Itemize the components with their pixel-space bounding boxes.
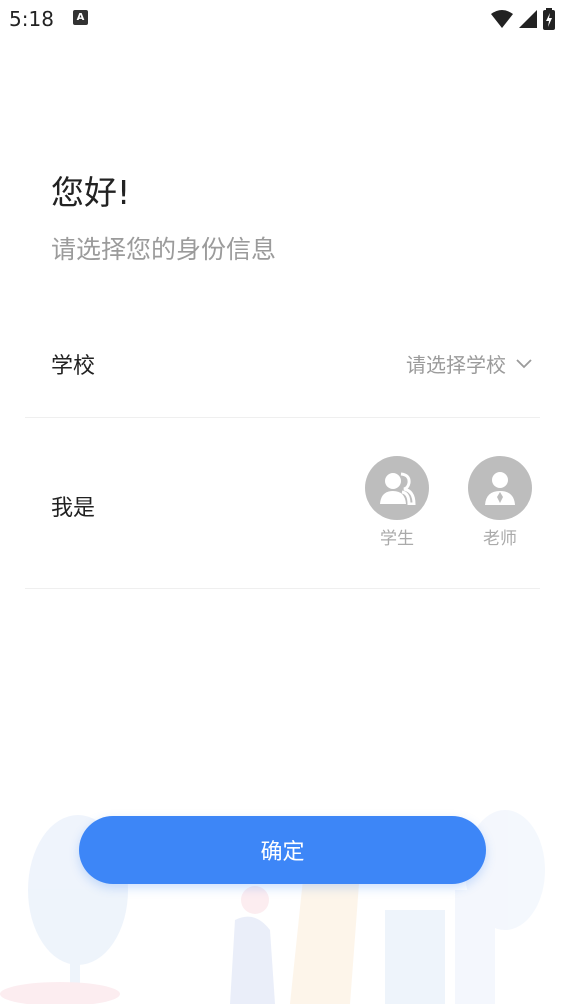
a-icon: A — [73, 10, 88, 25]
student-icon — [380, 472, 416, 505]
role-row: 我是 学生 老师 — [25, 418, 540, 589]
status-bar: 5:18 A — [0, 0, 565, 40]
role-label: 我是 — [51, 496, 96, 521]
role-teacher-label: 老师 — [483, 529, 517, 549]
role-option-teacher[interactable]: 老师 — [465, 456, 535, 549]
school-label: 学校 — [51, 354, 96, 379]
status-icons — [491, 8, 555, 30]
school-select[interactable]: 请选择学校 — [406, 349, 532, 378]
school-row: 学校 请选择学校 — [25, 322, 540, 418]
battery-icon — [543, 8, 555, 30]
wifi-icon — [491, 10, 513, 28]
chevron-down-icon — [516, 358, 532, 368]
greeting-title: 您好! — [51, 173, 131, 212]
school-select-placeholder: 请选择学校 — [406, 353, 506, 377]
teacher-icon — [485, 472, 515, 505]
role-student-label: 学生 — [380, 529, 414, 549]
status-time: 5:18 — [9, 7, 54, 31]
subtitle: 请选择您的身份信息 — [51, 235, 277, 264]
teacher-avatar — [468, 456, 532, 520]
background-illustration — [0, 810, 545, 1004]
confirm-button[interactable]: 确定 — [79, 816, 486, 884]
cellular-signal-icon — [519, 10, 537, 28]
role-option-student[interactable]: 学生 — [362, 456, 432, 549]
student-avatar — [365, 456, 429, 520]
